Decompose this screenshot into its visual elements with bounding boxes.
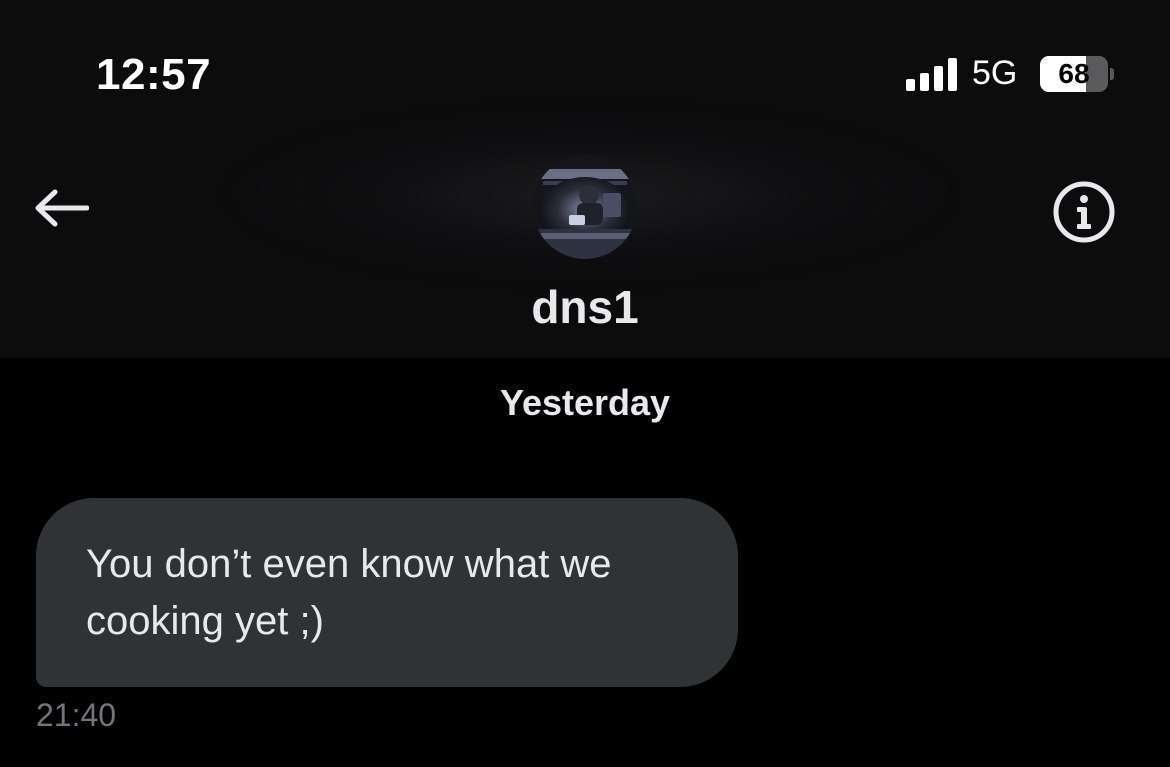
network-type: 5G (972, 54, 1018, 92)
message-bubble[interactable]: You don’t even know what we cooking yet … (36, 498, 738, 687)
info-circle-icon (1053, 181, 1115, 243)
status-time: 12:57 (96, 50, 212, 99)
conversation-header: 12:57 5G 68 dns1 (0, 0, 1170, 358)
battery-icon: 68 (1040, 56, 1114, 92)
message-timestamp: 21:40 (36, 697, 117, 733)
cellular-signal-icon (906, 57, 960, 91)
arrow-left-icon (35, 189, 89, 227)
conversation-username[interactable]: dns1 (0, 280, 1170, 334)
battery-percent: 68 (1058, 58, 1090, 89)
profile-avatar-image (533, 155, 637, 259)
conversation-info-button[interactable] (1050, 180, 1118, 244)
back-button[interactable] (30, 182, 92, 234)
message-text: You don’t even know what we cooking yet … (86, 542, 612, 643)
date-separator: Yesterday (499, 382, 671, 423)
avatar[interactable] (533, 155, 637, 259)
